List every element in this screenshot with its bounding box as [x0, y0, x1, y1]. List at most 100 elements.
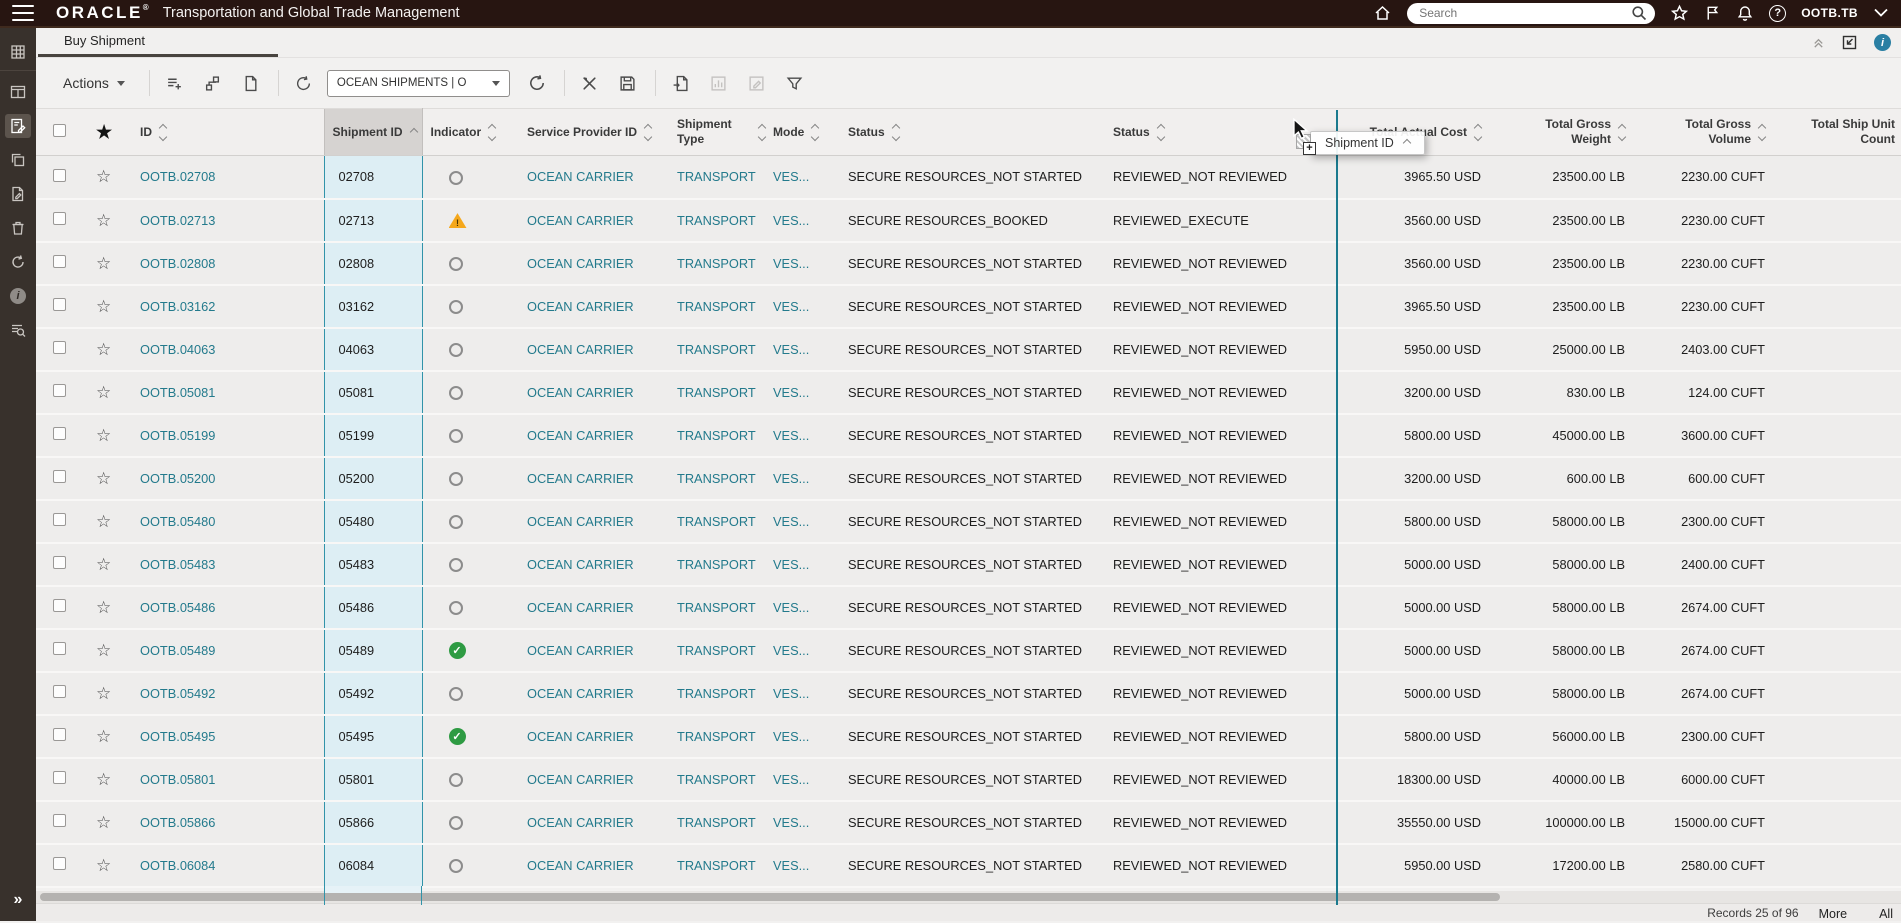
shipment-id-link[interactable]: OOTB.05492	[140, 686, 215, 701]
copy-icon[interactable]	[5, 148, 31, 172]
row-checkbox[interactable]	[53, 384, 66, 397]
list-search-icon[interactable]	[5, 318, 31, 342]
shipment-type-link[interactable]: TRANSPORT	[677, 686, 756, 701]
table-row[interactable]: ☆ OOTB.05866 05866 OCEAN CARRIER TRANSPO…	[36, 800, 1901, 845]
table-row[interactable]: ☆ OOTB.02713 02713 ! OCEAN CARRIER TRANS…	[36, 198, 1901, 243]
row-checkbox[interactable]	[53, 642, 66, 655]
new-document-icon[interactable]	[236, 68, 266, 98]
finalize-actions-icon[interactable]	[1841, 34, 1858, 51]
mode-link[interactable]: VES...	[773, 815, 809, 830]
shipment-id-link[interactable]: OOTB.05801	[140, 772, 215, 787]
chevron-down-icon[interactable]	[1873, 7, 1889, 19]
service-provider-link[interactable]: OCEAN CARRIER	[527, 342, 634, 357]
row-favorite-icon[interactable]: ☆	[96, 469, 111, 488]
mode-link[interactable]: VES...	[773, 643, 809, 658]
sort-icon[interactable]	[1473, 123, 1483, 141]
table-settings-icon[interactable]	[160, 68, 190, 98]
window-icon[interactable]	[5, 80, 31, 104]
favorites-star-icon[interactable]	[1670, 4, 1689, 23]
col-header-id[interactable]: ID	[140, 125, 152, 140]
sort-icon[interactable]	[757, 123, 767, 141]
row-favorite-icon[interactable]: ☆	[96, 167, 111, 186]
service-provider-link[interactable]: OCEAN CARRIER	[527, 428, 634, 443]
workbench-grid-icon[interactable]	[5, 40, 31, 64]
mode-link[interactable]: VES...	[773, 256, 809, 271]
home-icon[interactable]	[1373, 4, 1392, 22]
shipment-type-link[interactable]: TRANSPORT	[677, 557, 756, 572]
horizontal-scrollbar[interactable]	[36, 891, 1901, 903]
shipment-id-link[interactable]: OOTB.05200	[140, 471, 215, 486]
collapse-icon[interactable]	[1812, 36, 1825, 49]
global-search[interactable]	[1407, 2, 1656, 24]
table-row[interactable]: ☆ OOTB.05486 05486 OCEAN CARRIER TRANSPO…	[36, 585, 1901, 630]
row-favorite-icon[interactable]: ☆	[96, 512, 111, 531]
shipment-type-link[interactable]: TRANSPORT	[677, 385, 756, 400]
col-header-total-ship-unit-count[interactable]: Total Ship Unit Count	[1789, 117, 1895, 147]
shipment-type-link[interactable]: TRANSPORT	[677, 514, 756, 529]
shipment-id-link[interactable]: OOTB.02713	[140, 213, 215, 228]
col-header-shipment-type[interactable]: Shipment Type	[677, 117, 751, 147]
table-row[interactable]: ☆ OOTB.04063 04063 OCEAN CARRIER TRANSPO…	[36, 327, 1901, 372]
sort-icon[interactable]	[891, 123, 900, 141]
shipment-type-link[interactable]: TRANSPORT	[677, 342, 756, 357]
service-provider-link[interactable]: OCEAN CARRIER	[527, 256, 634, 271]
table-row[interactable]: ☆ OOTB.05495 05495 ✓ OCEAN CARRIER TRANS…	[36, 714, 1901, 759]
shipment-id-link[interactable]: OOTB.05480	[140, 514, 215, 529]
shipment-id-link[interactable]: OOTB.05199	[140, 428, 215, 443]
related-objects-icon[interactable]	[198, 68, 228, 98]
document-edit-icon[interactable]	[5, 182, 31, 206]
shipment-type-link[interactable]: TRANSPORT	[677, 169, 756, 184]
service-provider-link[interactable]: OCEAN CARRIER	[527, 858, 634, 873]
shipment-id-link[interactable]: OOTB.05486	[140, 600, 215, 615]
shipment-id-link[interactable]: OOTB.03162	[140, 299, 215, 314]
sort-icon[interactable]	[487, 123, 497, 141]
info-icon[interactable]: i	[1874, 34, 1891, 51]
mode-link[interactable]: VES...	[773, 686, 809, 701]
table-row[interactable]: ☆ OOTB.06084 06084 OCEAN CARRIER TRANSPO…	[36, 843, 1901, 888]
actions-menu-button[interactable]: Actions	[63, 75, 125, 91]
col-header-status-reviewed[interactable]: Status	[1113, 125, 1150, 140]
all-button[interactable]: All	[1879, 907, 1893, 921]
service-provider-link[interactable]: OCEAN CARRIER	[527, 772, 634, 787]
search-icon[interactable]	[1631, 5, 1647, 21]
user-menu[interactable]: OOTB.TB	[1801, 6, 1858, 20]
reload-icon[interactable]	[289, 68, 319, 98]
table-row[interactable]: ☆ OOTB.05480 05480 OCEAN CARRIER TRANSPO…	[36, 499, 1901, 544]
row-favorite-icon[interactable]: ☆	[96, 297, 111, 316]
sort-icon[interactable]	[1757, 123, 1767, 141]
sort-icon[interactable]	[158, 123, 168, 141]
scrollbar-thumb[interactable]	[40, 893, 1500, 901]
service-provider-link[interactable]: OCEAN CARRIER	[527, 385, 634, 400]
service-provider-link[interactable]: OCEAN CARRIER	[527, 815, 634, 830]
mode-link[interactable]: VES...	[773, 471, 809, 486]
info-circle-icon[interactable]: i	[5, 284, 31, 308]
service-provider-link[interactable]: OCEAN CARRIER	[527, 514, 634, 529]
row-checkbox[interactable]	[53, 212, 66, 225]
mode-link[interactable]: VES...	[773, 169, 809, 184]
table-row[interactable]: ☆ OOTB.05489 05489 ✓ OCEAN CARRIER TRANS…	[36, 628, 1901, 673]
col-header-mode[interactable]: Mode	[773, 125, 804, 140]
row-checkbox[interactable]	[53, 298, 66, 311]
shipment-type-link[interactable]: TRANSPORT	[677, 858, 756, 873]
table-row[interactable]: ☆ OOTB.05492 05492 OCEAN CARRIER TRANSPO…	[36, 671, 1901, 716]
col-header-total-gross-weight[interactable]: Total Gross Weight	[1505, 117, 1611, 147]
service-provider-link[interactable]: OCEAN CARRIER	[527, 686, 634, 701]
row-favorite-icon[interactable]: ☆	[96, 211, 111, 230]
shipment-id-link[interactable]: OOTB.05081	[140, 385, 215, 400]
shipment-type-link[interactable]: TRANSPORT	[677, 428, 756, 443]
favorite-header-icon[interactable]: ★	[96, 122, 112, 142]
table-row[interactable]: ☆ OOTB.02808 02808 OCEAN CARRIER TRANSPO…	[36, 241, 1901, 286]
shipment-id-link[interactable]: OOTB.02808	[140, 256, 215, 271]
shipment-manager-icon[interactable]	[5, 114, 31, 138]
row-favorite-icon[interactable]: ☆	[96, 555, 111, 574]
col-header-shipment-id[interactable]: Shipment ID	[333, 125, 403, 140]
menu-icon[interactable]	[12, 5, 34, 21]
service-provider-link[interactable]: OCEAN CARRIER	[527, 299, 634, 314]
shipment-type-link[interactable]: TRANSPORT	[677, 600, 756, 615]
saved-query-select[interactable]: OCEAN SHIPMENTS | O	[326, 69, 510, 97]
row-checkbox[interactable]	[53, 814, 66, 827]
row-checkbox[interactable]	[53, 427, 66, 440]
shipment-type-link[interactable]: TRANSPORT	[677, 772, 756, 787]
service-provider-link[interactable]: OCEAN CARRIER	[527, 643, 634, 658]
shipment-id-link[interactable]: OOTB.05489	[140, 643, 215, 658]
